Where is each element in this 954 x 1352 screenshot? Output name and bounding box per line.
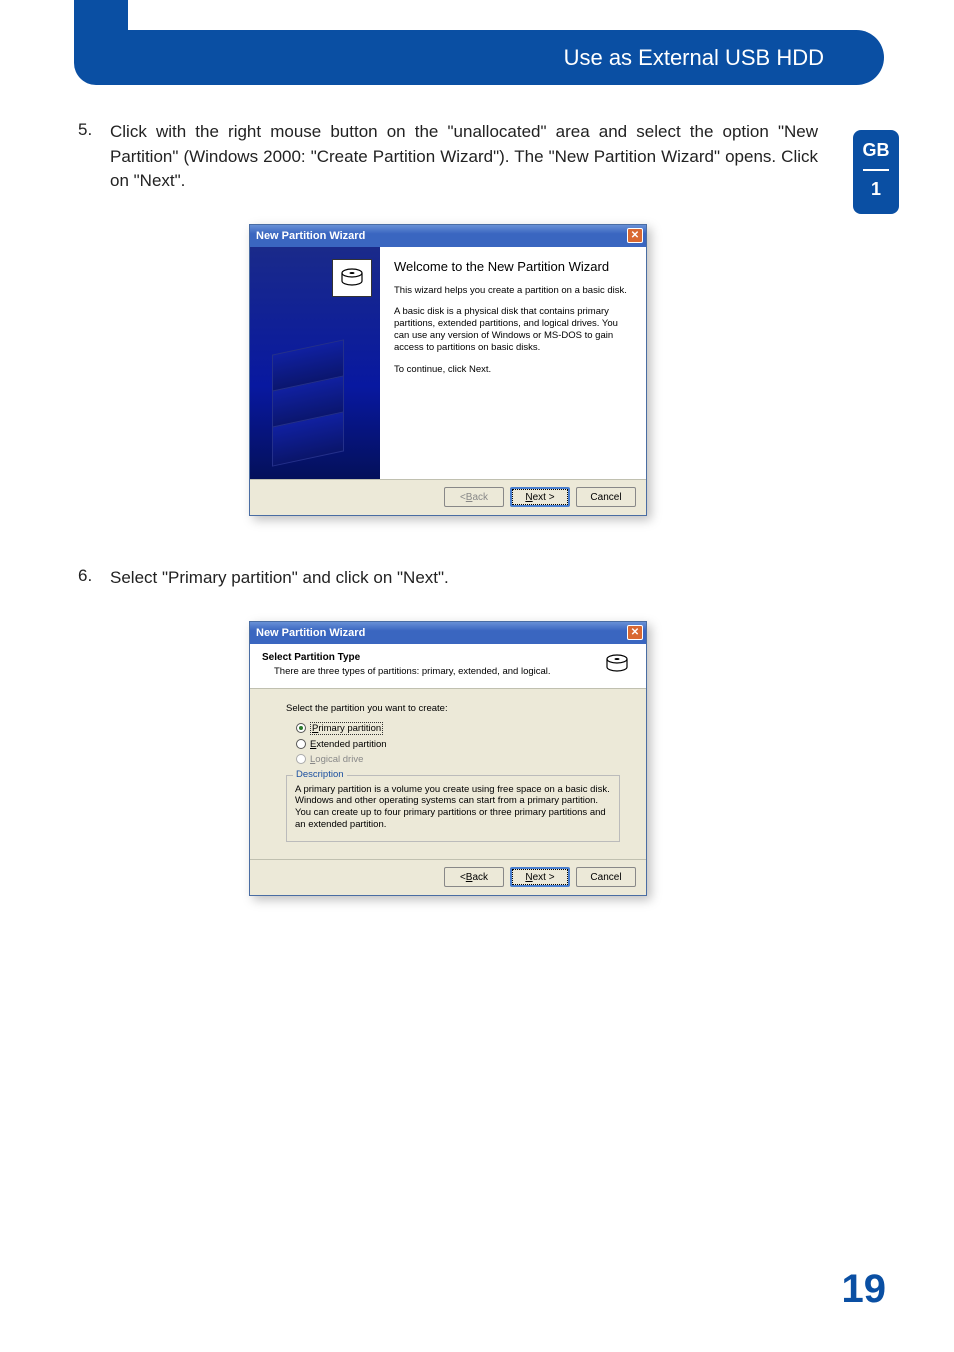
page-number: 19 bbox=[842, 1267, 887, 1312]
next-button[interactable]: Next > bbox=[510, 867, 570, 887]
step-5-text: Click with the right mouse button on the… bbox=[110, 120, 818, 194]
disk-icon bbox=[604, 652, 636, 682]
dialog-2-wrap: New Partition Wizard ✕ Select Partition … bbox=[78, 621, 818, 896]
description-group: Description A primary partition is a vol… bbox=[286, 775, 620, 843]
cancel-button[interactable]: Cancel bbox=[576, 867, 636, 887]
dialog-2-titlebar: New Partition Wizard ✕ bbox=[250, 622, 646, 644]
description-text: A primary partition is a volume you crea… bbox=[295, 784, 611, 832]
dialog-1-p3: To continue, click Next. bbox=[394, 364, 632, 376]
dialog-new-partition-welcome: New Partition Wizard ✕ bbox=[249, 224, 647, 516]
step-6: 6. Select "Primary partition" and click … bbox=[78, 566, 818, 591]
dialog-1-main: Welcome to the New Partition Wizard This… bbox=[380, 247, 646, 479]
close-icon: ✕ bbox=[631, 231, 639, 241]
side-tab-lang: GB bbox=[853, 140, 899, 161]
radio-logical-drive: Logical drive bbox=[296, 754, 620, 765]
dialog-2-footer: < Back Next > Cancel bbox=[250, 859, 646, 895]
dialog-select-partition-type: New Partition Wizard ✕ Select Partition … bbox=[249, 621, 647, 896]
header-title-bar: Use as External USB HDD bbox=[118, 30, 884, 85]
close-icon: ✕ bbox=[631, 628, 639, 638]
dialog-1-footer: < Back Next > Cancel bbox=[250, 479, 646, 515]
next-button[interactable]: Next > bbox=[510, 487, 570, 507]
radio-icon bbox=[296, 754, 306, 764]
step-5-number: 5. bbox=[78, 120, 110, 194]
dialog-2-header-sub: There are three types of partitions: pri… bbox=[262, 666, 604, 677]
disk-stack-graphic bbox=[272, 347, 344, 455]
dialog-1-heading: Welcome to the New Partition Wizard bbox=[394, 259, 632, 275]
dialog-1-p1: This wizard helps you create a partition… bbox=[394, 285, 632, 297]
radio-icon bbox=[296, 723, 306, 733]
dialog-1-wrap: New Partition Wizard ✕ bbox=[78, 224, 818, 516]
dialog-2-header: Select Partition Type There are three ty… bbox=[250, 644, 646, 689]
radio-icon bbox=[296, 739, 306, 749]
back-button[interactable]: < Back bbox=[444, 487, 504, 507]
dialog-1-sidebar bbox=[250, 247, 380, 479]
header-title: Use as External USB HDD bbox=[564, 45, 824, 71]
cancel-button[interactable]: Cancel bbox=[576, 487, 636, 507]
close-button[interactable]: ✕ bbox=[627, 625, 643, 640]
side-tab-divider bbox=[863, 169, 889, 171]
description-legend: Description bbox=[293, 769, 347, 780]
radio-primary-partition[interactable]: Primary partition bbox=[296, 722, 620, 735]
dialog-1-title: New Partition Wizard bbox=[256, 230, 365, 242]
side-tab-section: 1 bbox=[853, 179, 899, 200]
dialog-2-header-title: Select Partition Type bbox=[262, 652, 604, 663]
dialog-2-body: Select Partition Type There are three ty… bbox=[250, 644, 646, 859]
dialog-2-title: New Partition Wizard bbox=[256, 627, 365, 639]
partition-type-prompt: Select the partition you want to create: bbox=[286, 703, 620, 714]
step-6-text: Select "Primary partition" and click on … bbox=[110, 566, 818, 591]
side-tab: GB 1 bbox=[853, 130, 899, 214]
dialog-2-content: Select the partition you want to create:… bbox=[250, 689, 646, 859]
page-header: Use as External USB HDD bbox=[0, 0, 954, 85]
close-button[interactable]: ✕ bbox=[627, 228, 643, 243]
dialog-1-p2: A basic disk is a physical disk that con… bbox=[394, 306, 632, 354]
radio-extended-partition[interactable]: Extended partition bbox=[296, 739, 620, 750]
dialog-1-titlebar: New Partition Wizard ✕ bbox=[250, 225, 646, 247]
back-button[interactable]: < Back bbox=[444, 867, 504, 887]
step-6-number: 6. bbox=[78, 566, 110, 591]
step-5: 5. Click with the right mouse button on … bbox=[78, 120, 818, 194]
content-area: 5. Click with the right mouse button on … bbox=[78, 120, 818, 946]
disk-icon bbox=[332, 259, 372, 297]
dialog-1-body: Welcome to the New Partition Wizard This… bbox=[250, 247, 646, 479]
